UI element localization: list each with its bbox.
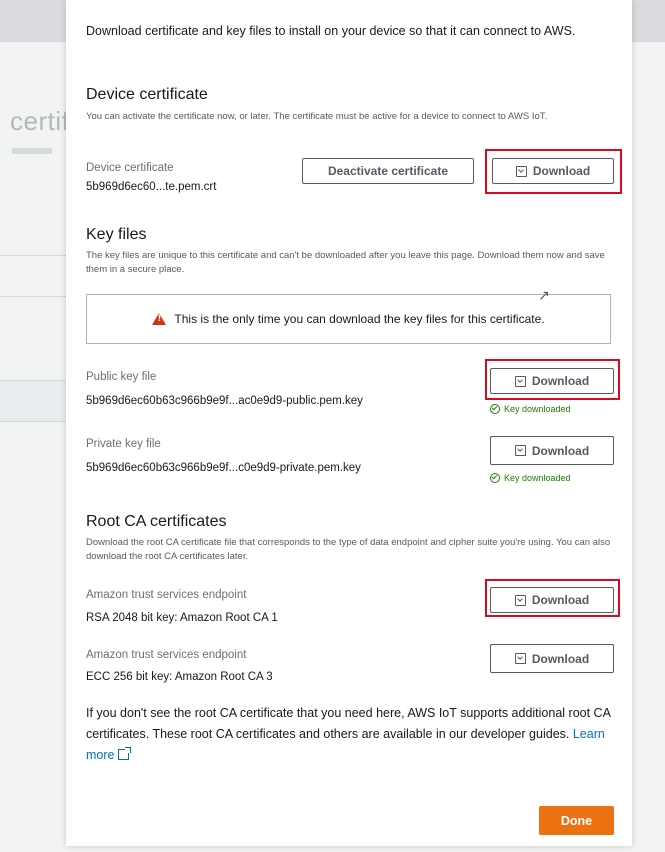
device-certificate-filename: 5b969d6ec60...te.pem.crt	[86, 181, 217, 193]
deactivate-certificate-button[interactable]: Deactivate certificate	[302, 158, 474, 184]
download-icon	[514, 653, 526, 664]
public-key-label: Public key file	[86, 371, 157, 383]
root-ca-description: Download the root CA certificate file th…	[86, 537, 611, 562]
device-certificate-description: You can activate the certificate now, or…	[86, 111, 548, 122]
download-label: Download	[531, 443, 590, 458]
root-ca-3-label: Amazon trust services endpoint	[86, 649, 247, 661]
root-ca-1-label: Amazon trust services endpoint	[86, 589, 247, 601]
device-certificate-heading: Device certificate	[86, 86, 208, 103]
root-ca-3-download-button[interactable]: Download	[490, 644, 614, 673]
private-key-label: Private key file	[86, 438, 161, 450]
modal-intro-text: Download certificate and key files to in…	[86, 24, 576, 38]
key-files-description: The key files are unique to this certifi…	[86, 250, 605, 275]
highlight-box	[485, 359, 620, 400]
download-label: Download	[531, 651, 590, 666]
private-key-filename: 5b969d6ec60b63c966b9e9f...c0e9d9-private…	[86, 462, 361, 474]
download-icon	[514, 445, 526, 456]
mouse-cursor-icon: ↗	[538, 287, 550, 303]
warning-icon	[152, 313, 167, 325]
check-circle-icon	[490, 404, 500, 414]
done-button[interactable]: Done	[539, 806, 614, 835]
deactivate-certificate-label: Deactivate certificate	[327, 164, 449, 178]
done-button-label: Done	[560, 813, 593, 828]
private-key-status: Key downloaded	[490, 473, 571, 483]
highlight-box	[485, 579, 620, 617]
private-key-status-text: Key downloaded	[504, 473, 571, 483]
external-link-icon	[118, 747, 132, 760]
key-files-warning-alert: This is the only time you can download t…	[86, 294, 611, 344]
root-ca-footer-body: If you don't see the root CA certificate…	[86, 706, 611, 741]
public-key-status-text: Key downloaded	[504, 404, 571, 414]
background-subtitle	[12, 148, 52, 154]
root-ca-footer-text: If you don't see the root CA certificate…	[86, 703, 616, 766]
key-files-heading: Key files	[86, 226, 147, 243]
warning-alert-text: This is the only time you can download t…	[174, 312, 545, 326]
device-certificate-label: Device certificate	[86, 162, 174, 174]
public-key-filename: 5b969d6ec60b63c966b9e9f...ac0e9d9-public…	[86, 395, 363, 407]
check-circle-icon	[490, 473, 500, 483]
root-ca-1-name: RSA 2048 bit key: Amazon Root CA 1	[86, 612, 278, 624]
background-divider	[0, 255, 68, 256]
background-page-title: certif	[10, 106, 70, 136]
download-certificates-modal: Download certificate and key files to in…	[66, 0, 632, 846]
public-key-status: Key downloaded	[490, 404, 571, 414]
highlight-box	[485, 149, 622, 194]
background-divider	[0, 296, 68, 297]
root-ca-3-name: ECC 256 bit key: Amazon Root CA 3	[86, 671, 273, 683]
background-panel	[0, 380, 68, 422]
private-key-download-button[interactable]: Download	[490, 436, 614, 465]
root-ca-heading: Root CA certificates	[86, 513, 227, 530]
